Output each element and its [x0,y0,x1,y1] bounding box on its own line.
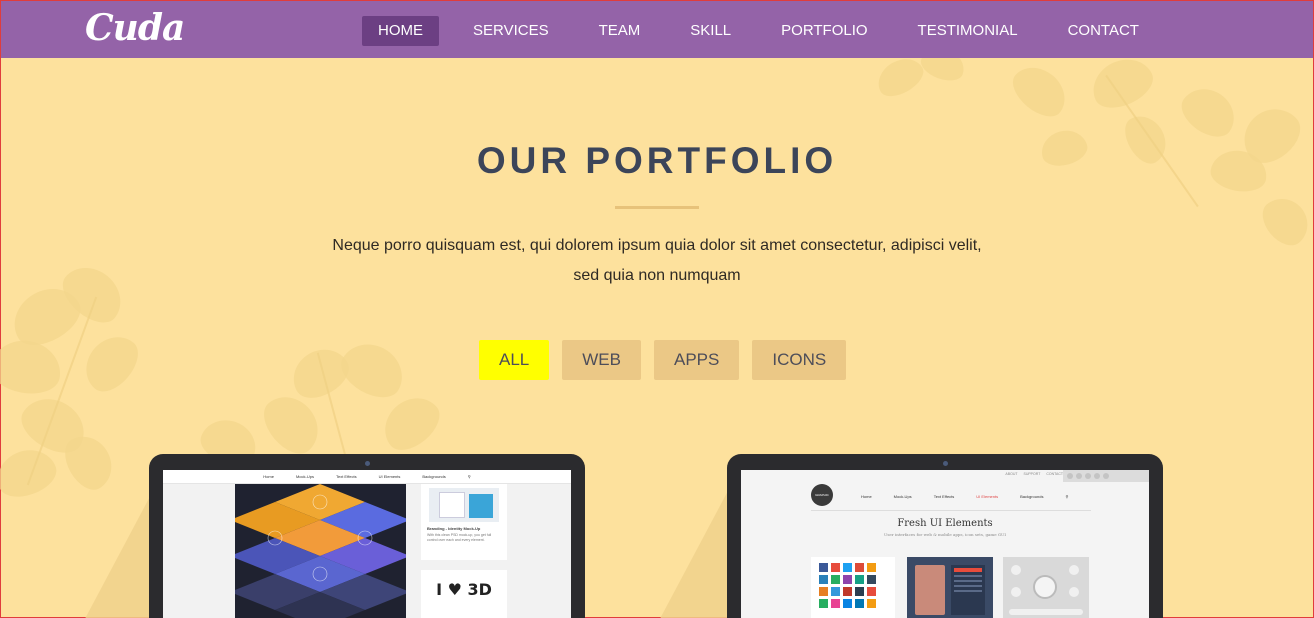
nav-contact[interactable]: CONTACT [1052,16,1155,46]
nav-portfolio[interactable]: PORTFOLIO [765,16,883,46]
mini-nav-item: Backgrounds [1020,494,1044,499]
i-love-3d-badge: I ♥ 3D [436,580,492,599]
isometric-cards-image [235,484,406,618]
camera-dot [943,461,948,466]
navbar: Cuda HOME SERVICES TEAM SKILL PORTFOLIO … [1,1,1313,58]
section-title: OUR PORTFOLIO [476,140,838,181]
title-underline [615,206,699,209]
description-line-2: sed quia non numquam [573,267,741,284]
portfolio-filters: ALL WEB APPS ICONS [479,340,859,380]
burger-logo: GRAPHIC BURGER [811,484,833,506]
phone-mockup-tile [907,557,993,618]
laptop-screen: ABOUT SUPPORT CONTACT GRAPHIC BURGER Hom… [741,470,1149,618]
mini-nav-item: Mock-Ups [295,474,314,479]
mockup-image [235,484,406,618]
mini-nav-item: UI Elements [976,494,999,499]
mockup-subheading: User interfaces for web & mobile apps, i… [883,532,1007,537]
icon-grid-tile [811,557,895,618]
card-title: Branding - Identity Mock-Up [427,526,481,531]
mini-nav-item: Text Effects [933,494,955,499]
mini-nav-item: Text Effects [335,474,357,479]
filter-web-button[interactable]: WEB [562,340,641,380]
controls-tile [1003,557,1089,618]
top-link: ABOUT [1005,472,1018,476]
mini-nav-item: Mock-Ups [893,494,912,499]
badge-card: I ♥ 3D [421,570,507,618]
laptop-screen: Home Mock-Ups Text Effects UI Elements B… [163,470,571,618]
filter-icons-button[interactable]: ICONS [752,340,847,380]
mini-nav: Home Mock-Ups Text Effects UI Elements B… [163,470,571,484]
search-icon: ⚲ [467,474,471,479]
mini-nav-item: Home [861,494,872,499]
mini-nav-item: Backgrounds [422,474,446,479]
section-description: Neque porro quisquam est, qui dolorem ip… [1,231,1313,291]
card-image [429,488,499,522]
brand-logo[interactable]: Cuda [85,7,185,49]
social-icons [1063,470,1149,482]
mockup-heading: Fresh UI Elements [897,518,993,529]
card-subtitle: With this clean PSD mock-up, you get ful… [427,533,492,542]
nav-skill[interactable]: SKILL [674,16,747,46]
main-nav: HOME SERVICES TEAM SKILL PORTFOLIO TESTI… [362,16,1173,46]
nav-home[interactable]: HOME [362,16,439,46]
filter-all-button[interactable]: ALL [479,340,550,380]
top-link: CONTACT [1046,472,1063,476]
mini-nav: Home Mock-Ups Text Effects UI Elements B… [861,494,1068,499]
nav-testimonial[interactable]: TESTIMONIAL [902,16,1034,46]
mini-nav-item: Home [263,474,274,479]
top-link: SUPPORT [1023,472,1041,476]
portfolio-item-2[interactable]: ABOUT SUPPORT CONTACT GRAPHIC BURGER Hom… [727,454,1163,618]
search-icon: ⚲ [1065,494,1069,499]
nav-services[interactable]: SERVICES [457,16,565,46]
description-line-1: Neque porro quisquam est, qui dolorem ip… [332,237,982,254]
filter-apps-button[interactable]: APPS [653,340,740,380]
portfolio-item-1[interactable]: Home Mock-Ups Text Effects UI Elements B… [149,454,585,618]
nav-team[interactable]: TEAM [583,16,657,46]
camera-dot [365,461,370,466]
side-card: Branding - Identity Mock-Up With this cl… [421,484,507,560]
top-links: ABOUT SUPPORT CONTACT [1005,472,1063,476]
mini-nav-item: UI Elements [378,474,401,479]
